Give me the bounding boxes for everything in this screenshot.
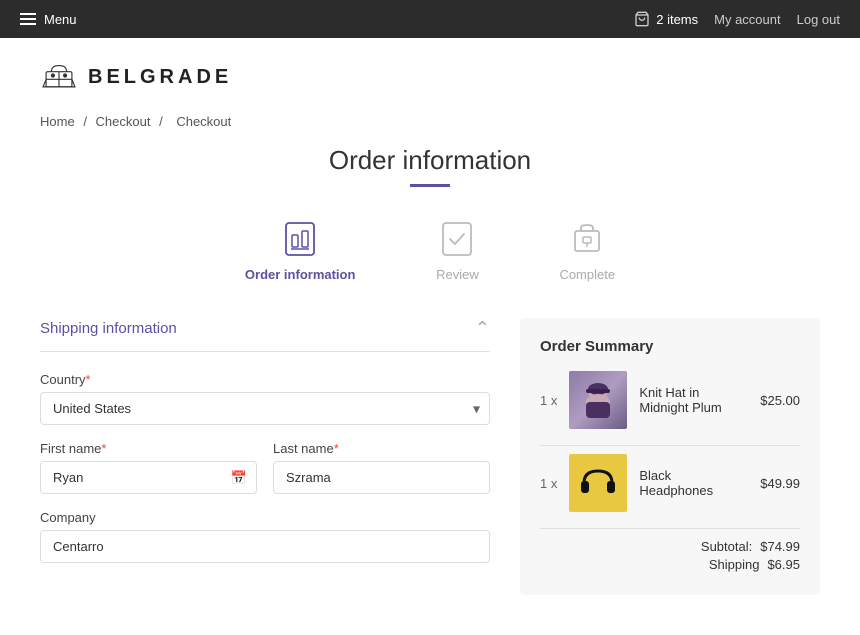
checkout-steps: Order information Review Com <box>40 217 820 282</box>
breadcrumb: Home / Checkout / Checkout <box>0 106 860 145</box>
country-field-group: Country* United States Canada United Kin… <box>40 372 490 425</box>
country-select-wrap: United States Canada United Kingdom Aust… <box>40 392 490 425</box>
company-group: Company <box>40 510 490 563</box>
step-complete-label: Complete <box>559 267 615 282</box>
breadcrumb-checkout2: Checkout <box>176 114 231 129</box>
logo-icon <box>40 58 78 96</box>
subtotal-label: Subtotal: <box>701 539 752 554</box>
menu-area[interactable]: Menu <box>20 12 77 27</box>
complete-icon <box>565 217 609 261</box>
order-info-icon <box>278 217 322 261</box>
step-complete[interactable]: Complete <box>559 217 615 282</box>
order-totals: Subtotal: $74.99 Shipping $6.95 <box>540 539 800 572</box>
hamburger-icon[interactable] <box>20 13 36 25</box>
my-account-link[interactable]: My account <box>714 12 780 27</box>
first-name-input[interactable] <box>40 461 257 494</box>
headphones-price: $49.99 <box>760 476 800 491</box>
breadcrumb-sep2: / <box>159 114 166 129</box>
breadcrumb-home[interactable]: Home <box>40 114 75 129</box>
subtotal-row: Subtotal: $74.99 <box>540 539 800 554</box>
hat-name: Knit Hat in Midnight Plum <box>639 385 748 415</box>
subtotal-value: $74.99 <box>760 539 800 554</box>
collapse-shipping-button[interactable]: ⌃ <box>475 318 490 339</box>
log-out-link[interactable]: Log out <box>797 12 840 27</box>
order-summary-title: Order Summary <box>540 338 800 355</box>
content-columns: Shipping information ⌃ Country* United S… <box>40 318 820 595</box>
order-item-hat: 1 x Knit Hat in Midnight Plum $25.00 <box>540 371 800 429</box>
top-navigation: Menu 2 items My account Log out <box>0 0 860 38</box>
hat-image <box>569 371 627 429</box>
item-divider-2 <box>540 528 800 529</box>
step-review-label: Review <box>436 267 479 282</box>
company-input[interactable] <box>40 530 490 563</box>
first-name-group: First name* 📅 <box>40 441 257 494</box>
name-row: First name* 📅 Last name* <box>40 441 490 510</box>
order-summary-section: Order Summary 1 x Knit <box>520 318 820 595</box>
shipping-section-title: Shipping information <box>40 320 177 337</box>
headphones-qty: 1 x <box>540 476 557 491</box>
page-title: Order information <box>40 145 820 176</box>
hat-svg <box>573 375 623 425</box>
step-order-information[interactable]: Order information <box>245 217 356 282</box>
cart-icon <box>634 11 650 27</box>
menu-label: Menu <box>44 12 77 27</box>
first-name-label: First name* <box>40 441 257 456</box>
calendar-icon: 📅 <box>231 470 247 486</box>
breadcrumb-sep1: / <box>83 114 90 129</box>
headphones-svg <box>576 461 620 505</box>
shipping-row: Shipping $6.95 <box>540 557 800 572</box>
shipping-value: $6.95 <box>767 557 800 572</box>
review-icon <box>435 217 479 261</box>
step-order-info-label: Order information <box>245 267 356 282</box>
shipping-label: Shipping <box>709 557 760 572</box>
main-content: Order information Order information <box>0 145 860 635</box>
title-underline <box>410 184 450 187</box>
headphones-image <box>569 454 627 512</box>
shipping-form-section: Shipping information ⌃ Country* United S… <box>40 318 490 579</box>
last-name-input[interactable] <box>273 461 490 494</box>
cart-count: 2 items <box>656 12 698 27</box>
order-summary-box: Order Summary 1 x Knit <box>520 318 820 595</box>
hat-qty: 1 x <box>540 393 557 408</box>
country-select[interactable]: United States Canada United Kingdom Aust… <box>40 392 490 425</box>
headphones-name: Black Headphones <box>639 468 748 498</box>
breadcrumb-checkout1[interactable]: Checkout <box>96 114 151 129</box>
step-review[interactable]: Review <box>435 217 479 282</box>
site-header: BELGRADE <box>0 38 860 106</box>
hat-price: $25.00 <box>760 393 800 408</box>
cart-area[interactable]: 2 items <box>634 11 698 27</box>
last-name-group: Last name* <box>273 441 490 494</box>
shipping-section-header: Shipping information ⌃ <box>40 318 490 352</box>
order-item-headphones: 1 x Black Headphones $49.99 <box>540 454 800 512</box>
last-name-label: Last name* <box>273 441 490 456</box>
item-divider-1 <box>540 445 800 446</box>
first-name-input-wrap: 📅 <box>40 461 257 494</box>
top-nav-right: 2 items My account Log out <box>634 11 840 27</box>
company-label: Company <box>40 510 490 525</box>
country-label: Country* <box>40 372 490 387</box>
logo-text: BELGRADE <box>88 66 232 89</box>
logo[interactable]: BELGRADE <box>40 58 232 96</box>
